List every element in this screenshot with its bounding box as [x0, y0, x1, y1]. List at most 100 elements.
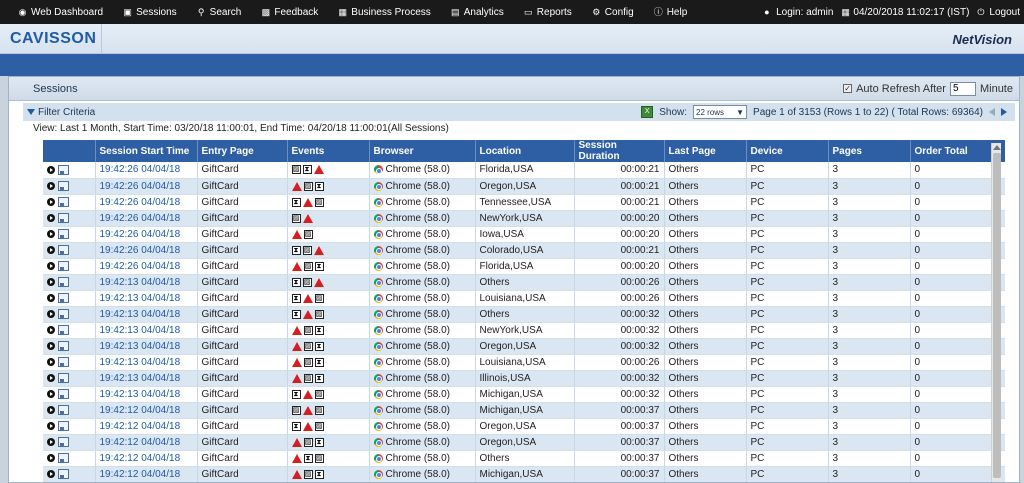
session-detail-icon[interactable] [58, 405, 69, 415]
table-row[interactable]: 19:42:13 04/04/18 GiftCard ⧗ ▨ Chrome (58.0)… [43, 306, 1005, 323]
hourglass-icon[interactable]: ⧗ [314, 357, 324, 367]
cell-session-time[interactable]: 19:42:13 04/04/18 [95, 386, 198, 403]
replay-icon[interactable] [47, 438, 55, 446]
table-row[interactable]: 19:42:26 04/04/18 GiftCard ▨ ⧗ Chrome (58.0)… [43, 162, 1005, 179]
alert-icon[interactable] [302, 389, 313, 399]
session-detail-icon[interactable] [58, 469, 69, 479]
cell-session-time[interactable]: 19:42:26 04/04/18 [95, 226, 198, 243]
session-detail-icon[interactable] [58, 453, 69, 463]
replay-icon[interactable] [47, 182, 55, 190]
table-row[interactable]: 19:42:12 04/04/18 GiftCard ▨ ⧗ Chrome (58.0)… [43, 434, 1005, 451]
session-detail-icon[interactable] [58, 341, 69, 351]
alert-icon[interactable] [291, 373, 302, 383]
hourglass-icon[interactable]: ⧗ [302, 165, 312, 175]
table-row[interactable]: 19:42:12 04/04/18 GiftCard ▨ ▨ Chrome (58.0)… [43, 402, 1005, 419]
auto-refresh-input[interactable] [949, 81, 976, 96]
nav-business-process[interactable]: ▦ Business Process [338, 7, 431, 18]
replay-icon[interactable] [47, 165, 55, 174]
session-detail-icon[interactable] [58, 389, 69, 399]
session-detail-icon[interactable] [58, 245, 69, 255]
session-detail-icon[interactable] [58, 421, 69, 431]
replay-icon[interactable] [47, 262, 55, 270]
nav-sessions[interactable]: ▣ Sessions [123, 7, 176, 18]
alert-icon[interactable] [291, 357, 302, 367]
hourglass-icon[interactable]: ⧗ [291, 293, 301, 303]
session-detail-icon[interactable] [58, 309, 69, 319]
column-header[interactable]: Location [475, 140, 575, 162]
replay-icon[interactable] [47, 294, 55, 302]
nav-analytics[interactable]: ▤ Analytics [451, 7, 504, 18]
column-header[interactable]: Entry Page [197, 140, 288, 162]
session-detail-icon[interactable] [58, 325, 69, 335]
page-icon[interactable]: ▨ [303, 181, 313, 191]
column-header[interactable]: Last Page [664, 140, 747, 162]
alert-icon[interactable] [291, 229, 302, 239]
cell-session-time[interactable]: 19:42:26 04/04/18 [95, 178, 198, 195]
page-icon[interactable]: ▨ [291, 213, 301, 223]
hourglass-icon[interactable]: ⧗ [291, 245, 301, 255]
page-icon[interactable]: ▨ [303, 357, 313, 367]
page-icon[interactable]: ▨ [303, 229, 313, 239]
hourglass-icon[interactable]: ⧗ [314, 469, 324, 479]
session-detail-icon[interactable] [58, 213, 69, 223]
alert-icon[interactable] [291, 469, 302, 479]
alert-icon[interactable] [313, 277, 324, 287]
replay-icon[interactable] [47, 470, 55, 478]
table-row[interactable]: 19:42:26 04/04/18 GiftCard ▨ Chrome (58.0) I… [43, 226, 1005, 243]
alert-icon[interactable] [302, 405, 313, 415]
session-detail-icon[interactable] [58, 437, 69, 447]
session-detail-icon[interactable] [58, 181, 69, 191]
hourglass-icon[interactable]: ⧗ [314, 437, 324, 447]
table-row[interactable]: 19:42:13 04/04/18 GiftCard ▨ ⧗ Chrome (58.0)… [43, 370, 1005, 387]
replay-icon[interactable] [47, 406, 55, 414]
nav-web-dashboard[interactable]: ◉ Web Dashboard [18, 7, 104, 18]
table-row[interactable]: 19:42:13 04/04/18 GiftCard ⧗ ▨ Chrome (58.0)… [43, 290, 1005, 307]
page-icon[interactable]: ▨ [314, 293, 324, 303]
session-detail-icon[interactable] [58, 164, 69, 175]
table-row[interactable]: 19:42:26 04/04/18 GiftCard ⧗ ▨ Chrome (58.0)… [43, 242, 1005, 259]
table-row[interactable]: 19:42:13 04/04/18 GiftCard ▨ ⧗ Chrome (58.0)… [43, 354, 1005, 371]
vertical-scrollbar[interactable] [991, 143, 1001, 482]
table-row[interactable]: 19:42:26 04/04/18 GiftCard ▨ ⧗ Chrome (58.0)… [43, 258, 1005, 275]
replay-icon[interactable] [47, 246, 55, 254]
column-header[interactable]: Session Start Time [95, 140, 198, 162]
session-detail-icon[interactable] [58, 261, 69, 271]
alert-icon[interactable] [302, 421, 313, 431]
page-icon[interactable]: ▨ [314, 197, 324, 207]
page-icon[interactable]: ▨ [303, 325, 313, 335]
hourglass-icon[interactable]: ⧗ [291, 277, 301, 287]
page-icon[interactable]: ▨ [303, 341, 313, 351]
page-icon[interactable]: ▨ [291, 165, 301, 175]
column-header[interactable]: Pages [828, 140, 911, 162]
cell-session-time[interactable]: 19:42:26 04/04/18 [95, 162, 198, 179]
column-header[interactable]: Device [746, 140, 829, 162]
alert-icon[interactable] [291, 325, 302, 335]
prev-page-icon[interactable] [989, 108, 995, 116]
replay-icon[interactable] [47, 198, 55, 206]
session-detail-icon[interactable] [58, 357, 69, 367]
alert-icon[interactable] [291, 181, 302, 191]
alert-icon[interactable] [291, 341, 302, 351]
page-icon[interactable]: ▨ [303, 373, 313, 383]
cell-session-time[interactable]: 19:42:12 04/04/18 [95, 402, 198, 419]
hourglass-icon[interactable]: ⧗ [314, 341, 324, 351]
alert-icon[interactable] [302, 293, 313, 303]
rows-per-page-select[interactable]: 22 rows ▼ [693, 105, 748, 119]
alert-icon[interactable] [302, 213, 313, 223]
cell-session-time[interactable]: 19:42:26 04/04/18 [95, 242, 198, 259]
cell-session-time[interactable]: 19:42:12 04/04/18 [95, 466, 198, 482]
page-icon[interactable]: ▨ [302, 277, 312, 287]
column-header[interactable] [43, 140, 96, 162]
hourglass-icon[interactable]: ⧗ [291, 389, 301, 399]
session-detail-icon[interactable] [58, 293, 69, 303]
replay-icon[interactable] [47, 374, 55, 382]
alert-icon[interactable] [302, 197, 313, 207]
table-row[interactable]: 19:42:12 04/04/18 GiftCard ⧗ ▨ Chrome (58.0)… [43, 418, 1005, 435]
nav-reports[interactable]: ▭ Reports [524, 7, 572, 18]
page-icon[interactable]: ▨ [314, 309, 324, 319]
cell-session-time[interactable]: 19:42:12 04/04/18 [95, 450, 198, 467]
cell-session-time[interactable]: 19:42:13 04/04/18 [95, 338, 198, 355]
replay-icon[interactable] [47, 326, 55, 334]
page-icon[interactable]: ▨ [303, 261, 313, 271]
alert-icon[interactable] [291, 437, 302, 447]
